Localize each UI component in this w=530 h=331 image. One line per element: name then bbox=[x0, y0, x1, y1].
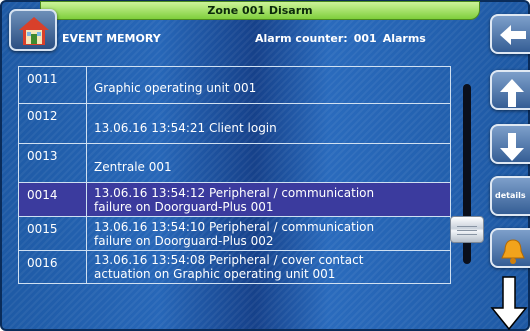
home-icon bbox=[19, 17, 49, 45]
event-number: 0012 bbox=[19, 104, 87, 143]
event-text: 13.06.16 13:54:08 Peripheral / cover con… bbox=[94, 253, 446, 281]
event-text: Graphic operating unit 001 bbox=[94, 81, 257, 95]
event-row[interactable]: 0013 Zentrale 001 bbox=[19, 144, 450, 183]
event-number: 0013 bbox=[19, 144, 87, 182]
event-text-line: failure on Doorguard-Plus 001 bbox=[94, 200, 274, 214]
back-button[interactable] bbox=[490, 14, 530, 54]
details-button[interactable]: details bbox=[490, 176, 530, 216]
scroll-down-button[interactable] bbox=[490, 124, 530, 164]
event-row[interactable]: 0016 13.06.16 13:54:08 Peripheral / cove… bbox=[19, 251, 450, 283]
up-arrow-icon bbox=[500, 79, 524, 107]
event-text: Zentrale 001 bbox=[94, 160, 172, 174]
event-row[interactable]: 0011 Graphic operating unit 001 bbox=[19, 67, 450, 104]
event-number: 0011 bbox=[19, 67, 87, 103]
event-text-line: failure on Doorguard-Plus 002 bbox=[94, 234, 274, 248]
zone-status-title: Zone 001 Disarm bbox=[207, 4, 313, 17]
event-text-line: 13.06.16 13:54:12 Peripheral / communica… bbox=[94, 186, 375, 200]
alarm-counter-label: Alarm counter: bbox=[255, 32, 348, 45]
event-number: 0016 bbox=[19, 251, 87, 283]
title-bar: Zone 001 Disarm bbox=[40, 1, 480, 20]
alarm-counter-value: 001 bbox=[353, 32, 377, 45]
event-row[interactable]: 0015 13.06.16 13:54:10 Peripheral / comm… bbox=[19, 217, 450, 251]
event-list: 0011 Graphic operating unit 001 0012 13.… bbox=[18, 66, 451, 284]
event-text-line: 13.06.16 13:54:08 Peripheral / cover con… bbox=[94, 253, 364, 267]
section-title: EVENT MEMORY bbox=[62, 32, 161, 45]
event-text-line: actuation on Graphic operating unit 001 bbox=[94, 267, 336, 281]
scroll-up-button[interactable] bbox=[490, 70, 530, 110]
event-row[interactable]: 0012 13.06.16 13:54:21 Client login bbox=[19, 104, 450, 144]
home-button[interactable] bbox=[9, 9, 57, 51]
event-number: 0014 bbox=[19, 183, 87, 216]
event-text: 13.06.16 13:54:21 Client login bbox=[94, 121, 277, 135]
event-row-selected[interactable]: 0014 13.06.16 13:54:12 Peripheral / comm… bbox=[19, 183, 450, 217]
alarm-counter-unit: Alarms bbox=[382, 32, 426, 45]
event-text-line: 13.06.16 13:54:10 Peripheral / communica… bbox=[94, 220, 375, 234]
event-number: 0015 bbox=[19, 217, 87, 250]
down-arrow-outline-icon bbox=[490, 276, 528, 331]
alarm-counter: Alarm counter: 001 Alarms bbox=[255, 32, 432, 45]
back-arrow-icon bbox=[500, 25, 526, 45]
bell-icon bbox=[501, 239, 525, 264]
scroll-thumb[interactable] bbox=[450, 216, 484, 243]
event-text: 13.06.16 13:54:10 Peripheral / communica… bbox=[94, 220, 446, 248]
event-text: 13.06.16 13:54:12 Peripheral / communica… bbox=[94, 186, 446, 214]
down-arrow-icon bbox=[500, 133, 524, 161]
alarm-button[interactable] bbox=[490, 228, 530, 268]
details-label: details bbox=[495, 191, 526, 200]
